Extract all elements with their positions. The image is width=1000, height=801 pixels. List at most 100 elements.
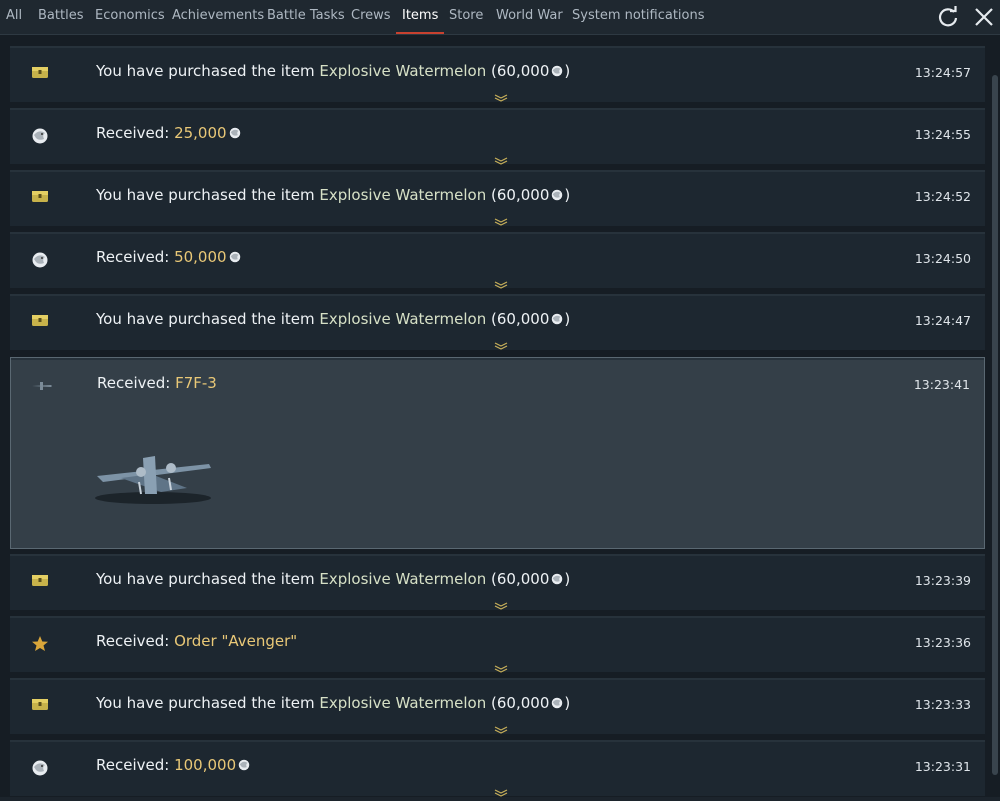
expand-chevron[interactable] [494, 335, 508, 350]
chevron-down-icon [494, 602, 508, 610]
notification-text: You have purchased the item Explosive Wa… [96, 694, 570, 712]
notification-text: Received: Order "Avenger" [96, 632, 297, 650]
expand-chevron[interactable] [494, 150, 508, 165]
refresh-button[interactable] [935, 4, 961, 30]
lion-icon [30, 250, 50, 268]
timestamp: 13:23:36 [914, 635, 971, 650]
text-prefix: Received: [96, 248, 175, 266]
notification-row[interactable]: You have purchased the item Explosive Wa… [10, 678, 985, 734]
chest-icon [30, 64, 50, 82]
notification-text: You have purchased the item Explosive Wa… [96, 570, 570, 588]
timestamp: 13:24:52 [914, 189, 971, 204]
timestamp: 13:23:39 [914, 573, 971, 588]
lion-icon [30, 758, 50, 776]
lion-icon [552, 189, 563, 201]
notification-row[interactable]: You have purchased the item Explosive Wa… [10, 554, 985, 610]
lion-icon [229, 127, 240, 139]
tab-battles[interactable]: Battles [38, 0, 83, 34]
timestamp: 13:24:55 [914, 127, 971, 142]
timestamp: 13:24:57 [914, 65, 971, 80]
tab-bar: All Battles Economics Achievements Battl… [0, 0, 1000, 35]
expand-chevron[interactable] [494, 658, 508, 673]
notification-row[interactable]: You have purchased the item Explosive Wa… [10, 46, 985, 102]
expand-chevron[interactable] [494, 87, 508, 102]
timestamp: 13:23:33 [914, 697, 971, 712]
tab-items[interactable]: Items [395, 0, 445, 34]
price-amount: (60,000 [491, 310, 550, 328]
notification-text: Received: 100,000 [96, 756, 251, 774]
tab-battle-tasks[interactable]: Battle Tasks [267, 0, 345, 34]
close-icon [975, 8, 993, 26]
tab-all[interactable]: All [6, 0, 22, 34]
timestamp: 13:24:50 [914, 251, 971, 266]
scrollbar[interactable] [992, 75, 998, 775]
tab-store[interactable]: Store [449, 0, 483, 34]
close-button[interactable] [971, 4, 997, 30]
tab-crews[interactable]: Crews [351, 0, 391, 34]
chevron-down-icon [494, 789, 508, 797]
item-name: 100,000 [174, 756, 237, 774]
refresh-icon [938, 6, 958, 27]
lion-icon [552, 697, 563, 709]
aircraft-icon [31, 376, 52, 394]
notification-text: Received: 25,000 [96, 124, 242, 142]
chevron-down-icon [494, 94, 508, 102]
notification-row[interactable]: You have purchased the item Explosive Wa… [10, 294, 985, 350]
chest-icon [30, 696, 50, 714]
expand-chevron[interactable] [494, 595, 508, 610]
price-amount: (60,000 [491, 694, 550, 712]
price-close: ) [564, 62, 571, 80]
expand-chevron[interactable] [494, 782, 508, 797]
price-amount: (60,000 [491, 62, 550, 80]
lion-icon [229, 251, 240, 263]
text-prefix: You have purchased the item [96, 186, 320, 204]
tab-world-war[interactable]: World War [496, 0, 563, 34]
tab-achievements[interactable]: Achievements [172, 0, 264, 34]
price-close: ) [564, 570, 571, 588]
notification-row[interactable]: You have purchased the item Explosive Wa… [10, 170, 985, 226]
notification-text: You have purchased the item Explosive Wa… [96, 310, 570, 328]
chevron-down-icon [494, 726, 508, 734]
lion-icon [552, 313, 563, 325]
text-prefix: Received: [96, 632, 175, 650]
expand-chevron[interactable] [494, 274, 508, 289]
price-close: ) [564, 186, 571, 204]
chest-icon [30, 572, 50, 590]
expand-chevron[interactable] [494, 719, 508, 734]
price-close: ) [564, 694, 571, 712]
notification-text: You have purchased the item Explosive Wa… [96, 186, 570, 204]
item-name: 50,000 [174, 248, 227, 266]
item-name: Explosive Watermelon [319, 186, 487, 204]
timestamp: 13:23:31 [914, 759, 971, 774]
notification-row[interactable]: Received: 100,000 13:23:31 [10, 740, 985, 797]
price-amount: (60,000 [491, 186, 550, 204]
notification-row[interactable]: Received: F7F-3 13:23:41 [10, 357, 985, 549]
notification-row[interactable]: Received: 25,000 13:24:55 [10, 108, 985, 165]
chevron-down-icon [494, 281, 508, 289]
tab-economics[interactable]: Economics [95, 0, 165, 34]
lion-icon [30, 126, 50, 144]
tab-system-notifications[interactable]: System notifications [572, 0, 705, 34]
item-name: Explosive Watermelon [319, 310, 487, 328]
chevron-down-icon [494, 218, 508, 226]
item-name: Explosive Watermelon [319, 62, 487, 80]
notification-row[interactable]: Received: 50,000 13:24:50 [10, 232, 985, 289]
notification-text: Received: F7F-3 [97, 374, 217, 392]
star-icon [30, 634, 50, 652]
lion-icon [552, 573, 563, 585]
text-prefix: You have purchased the item [96, 694, 320, 712]
chevron-down-icon [494, 157, 508, 165]
item-name: F7F-3 [175, 374, 217, 392]
chevron-down-icon [494, 342, 508, 350]
text-prefix: You have purchased the item [96, 570, 320, 588]
item-name: Order "Avenger" [174, 632, 298, 650]
text-prefix: You have purchased the item [96, 62, 320, 80]
notification-row[interactable]: Received: Order "Avenger" 13:23:36 [10, 616, 985, 673]
chest-icon [30, 188, 50, 206]
notification-text: You have purchased the item Explosive Wa… [96, 62, 570, 80]
aircraft-image [91, 448, 216, 508]
price-close: ) [564, 310, 571, 328]
timestamp: 13:24:47 [914, 313, 971, 328]
expand-chevron[interactable] [494, 211, 508, 226]
chest-icon [30, 312, 50, 330]
